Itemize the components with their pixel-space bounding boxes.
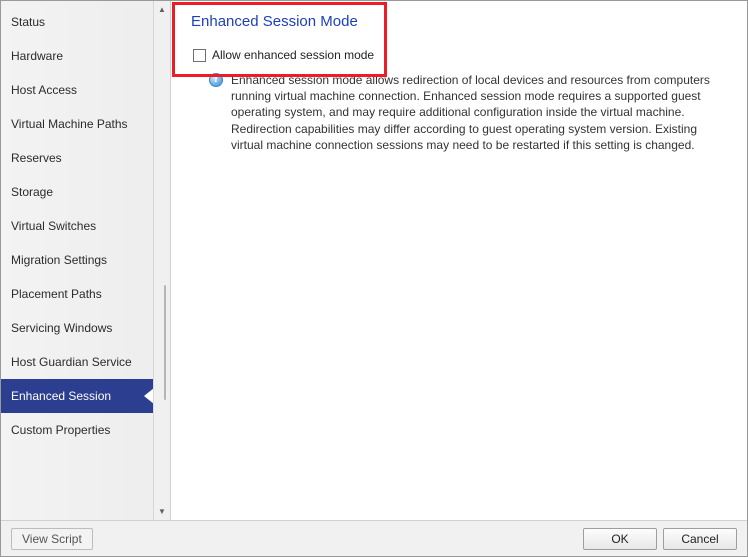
view-script-button[interactable]: View Script	[11, 528, 93, 550]
section-title: Enhanced Session Mode	[191, 13, 731, 30]
content-panel: Enhanced Session Mode Allow enhanced ses…	[171, 1, 747, 520]
sidebar-item-label: Virtual Switches	[11, 219, 96, 233]
sidebar-item-placement-paths[interactable]: Placement Paths	[1, 277, 153, 311]
allow-enhanced-session-row[interactable]: Allow enhanced session mode	[193, 48, 731, 62]
sidebar-container: Status Hardware Host Access Virtual Mach…	[1, 1, 171, 520]
sidebar-item-servicing-windows[interactable]: Servicing Windows	[1, 311, 153, 345]
sidebar-item-label: Virtual Machine Paths	[11, 117, 128, 131]
scroll-down-icon[interactable]: ▼	[154, 503, 170, 520]
info-icon	[209, 73, 223, 87]
sidebar-item-virtual-machine-paths[interactable]: Virtual Machine Paths	[1, 107, 153, 141]
sidebar-item-reserves[interactable]: Reserves	[1, 141, 153, 175]
sidebar-item-storage[interactable]: Storage	[1, 175, 153, 209]
sidebar-item-label: Storage	[11, 185, 53, 199]
sidebar-item-custom-properties[interactable]: Custom Properties	[1, 413, 153, 447]
body: Status Hardware Host Access Virtual Mach…	[1, 1, 747, 520]
sidebar-item-migration-settings[interactable]: Migration Settings	[1, 243, 153, 277]
cancel-button[interactable]: Cancel	[663, 528, 737, 550]
sidebar: Status Hardware Host Access Virtual Mach…	[1, 1, 153, 520]
sidebar-item-label: Hardware	[11, 49, 63, 63]
sidebar-scrollbar[interactable]: ▲ ▼	[153, 1, 170, 520]
sidebar-item-label: Migration Settings	[11, 253, 107, 267]
sidebar-item-host-access[interactable]: Host Access	[1, 73, 153, 107]
info-text: Enhanced session mode allows redirection…	[231, 72, 731, 153]
sidebar-item-host-guardian-service[interactable]: Host Guardian Service	[1, 345, 153, 379]
sidebar-item-label: Enhanced Session	[11, 389, 111, 403]
info-row: Enhanced session mode allows redirection…	[209, 72, 731, 153]
sidebar-item-label: Custom Properties	[11, 423, 110, 437]
sidebar-item-status[interactable]: Status	[1, 5, 153, 39]
scroll-thumb[interactable]	[164, 285, 166, 400]
sidebar-item-label: Placement Paths	[11, 287, 102, 301]
checkbox-label: Allow enhanced session mode	[212, 48, 374, 62]
sidebar-item-enhanced-session[interactable]: Enhanced Session	[1, 379, 153, 413]
sidebar-item-label: Servicing Windows	[11, 321, 112, 335]
sidebar-item-hardware[interactable]: Hardware	[1, 39, 153, 73]
scroll-up-icon[interactable]: ▲	[154, 1, 170, 18]
footer: View Script OK Cancel	[1, 520, 747, 556]
sidebar-item-label: Status	[11, 15, 45, 29]
allow-enhanced-session-checkbox[interactable]	[193, 49, 206, 62]
ok-button[interactable]: OK	[583, 528, 657, 550]
sidebar-item-virtual-switches[interactable]: Virtual Switches	[1, 209, 153, 243]
properties-window: Status Hardware Host Access Virtual Mach…	[0, 0, 748, 557]
sidebar-item-label: Host Guardian Service	[11, 355, 132, 369]
sidebar-item-label: Reserves	[11, 151, 62, 165]
sidebar-item-label: Host Access	[11, 83, 77, 97]
